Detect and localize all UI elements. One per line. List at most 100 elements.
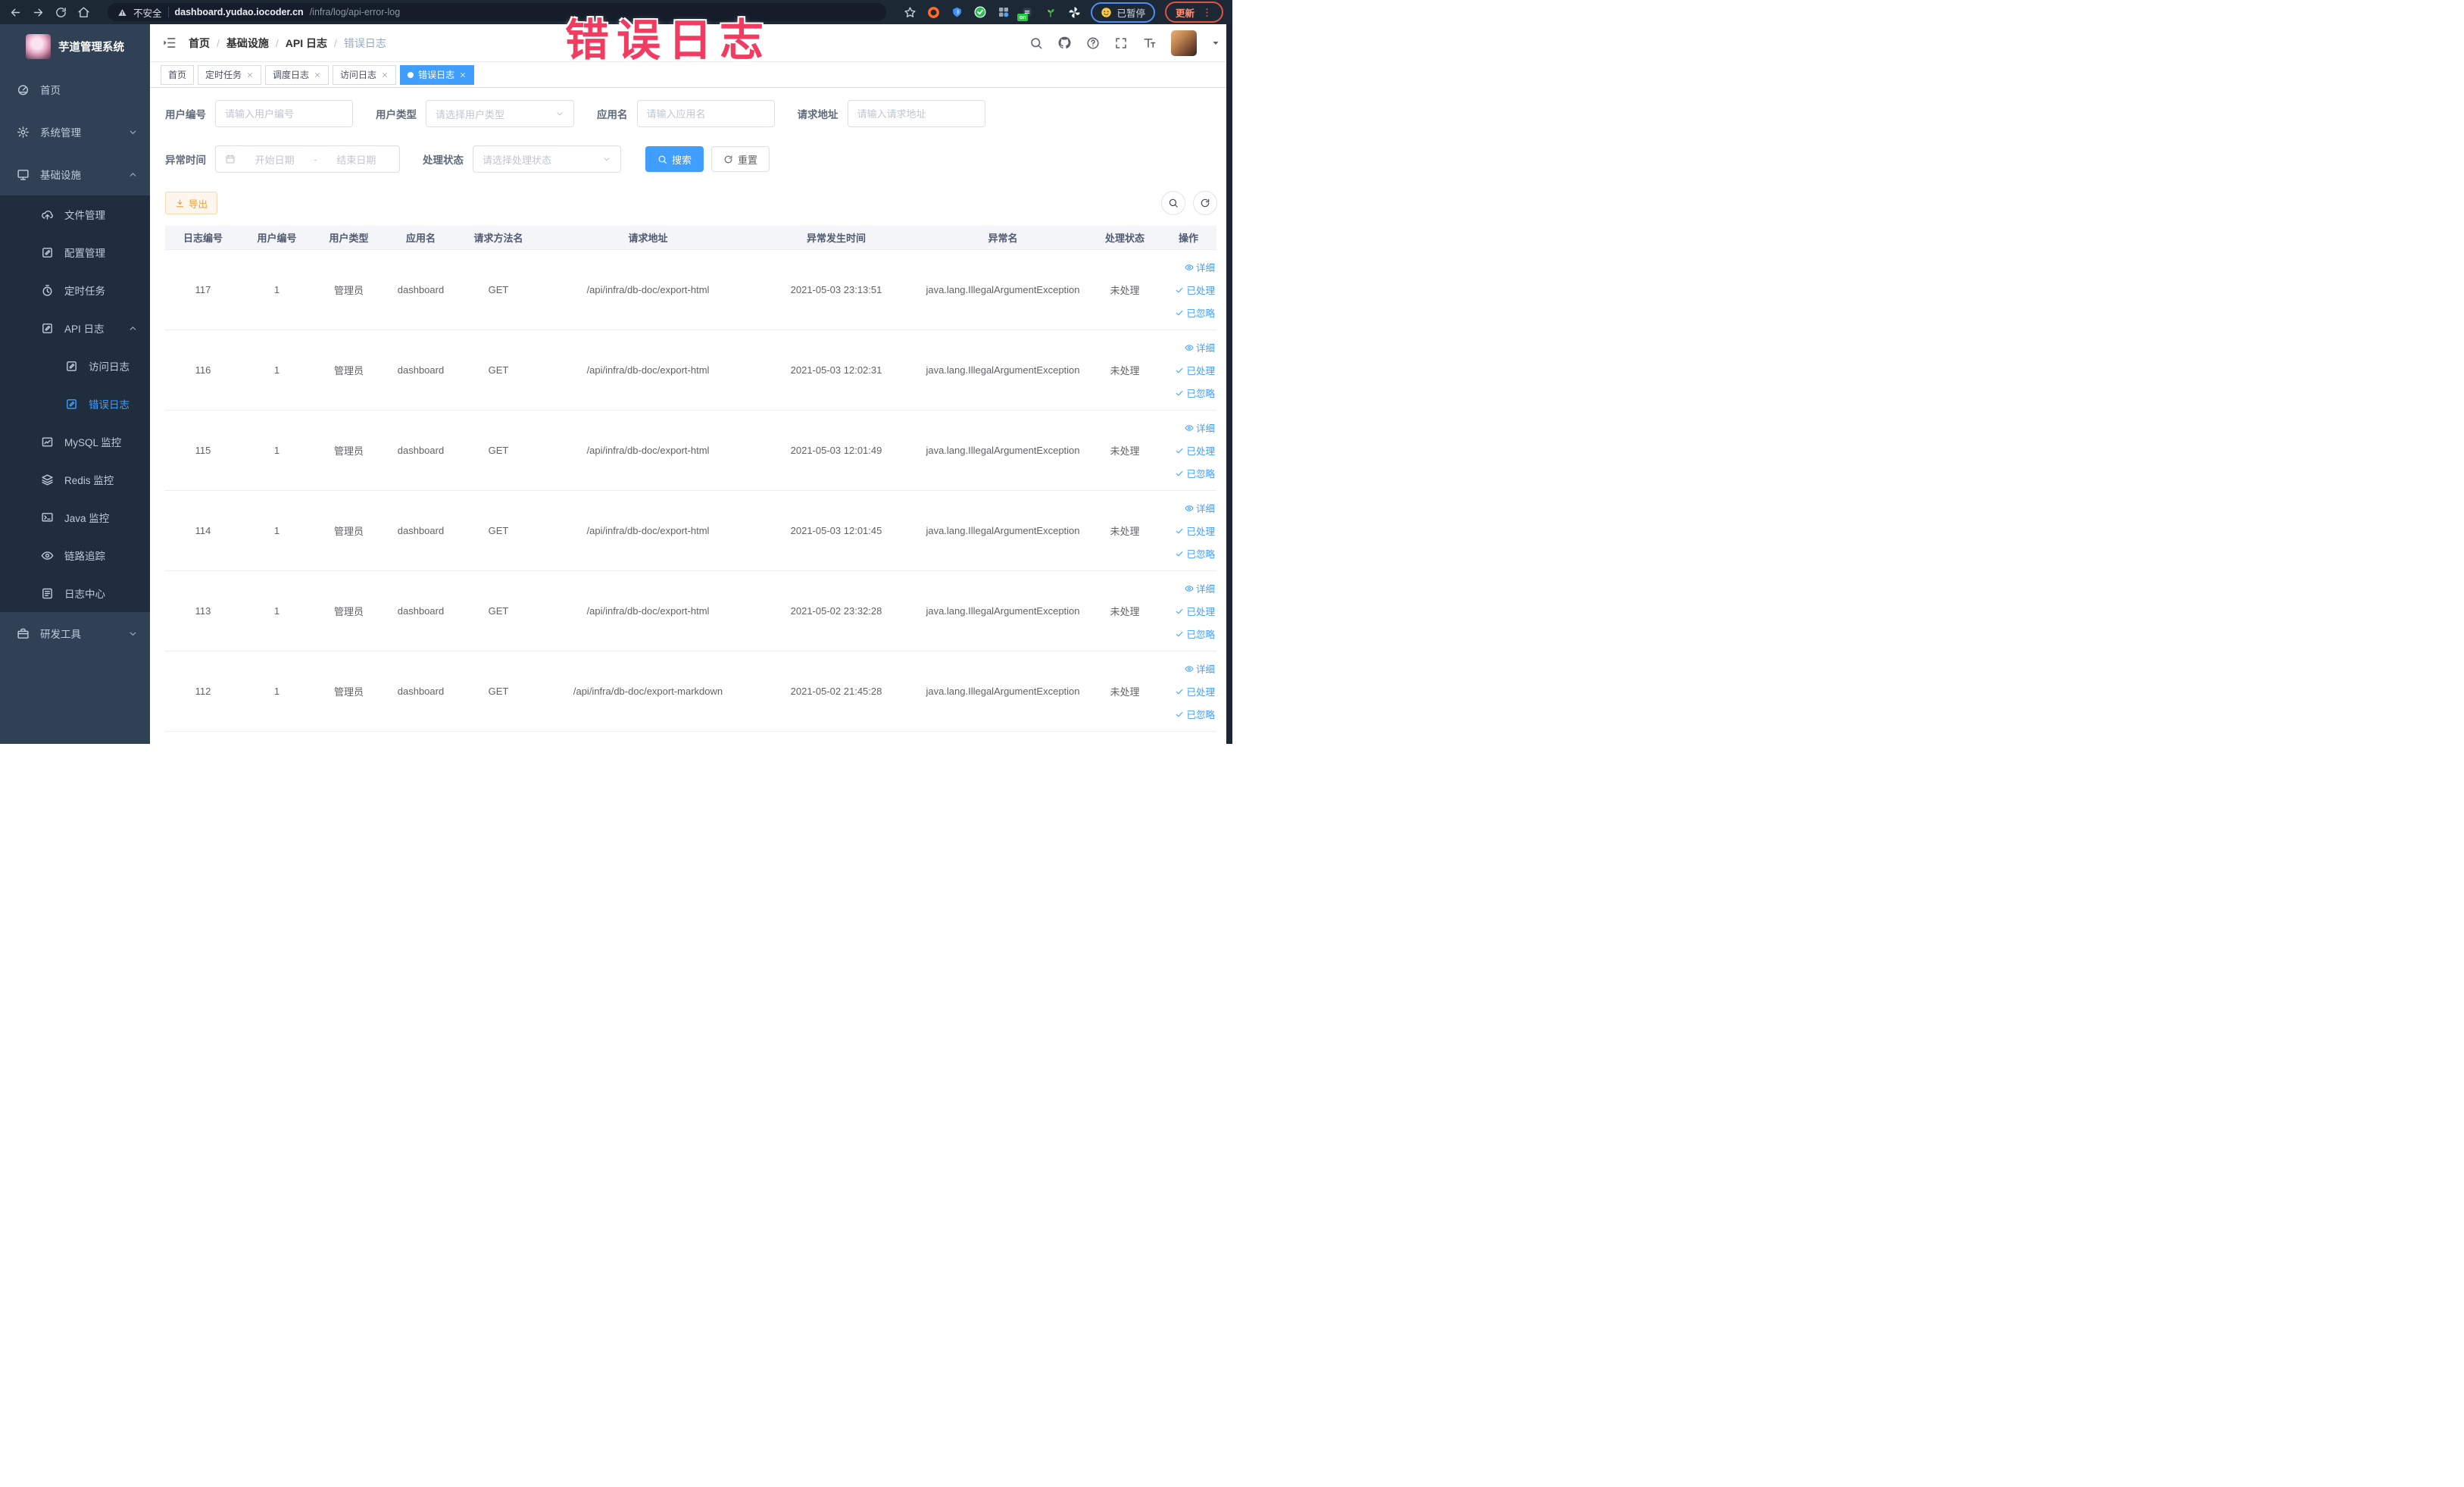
sidebar-item-研发工具[interactable]: 研发工具 [0,612,150,654]
user-avatar[interactable] [1171,30,1197,56]
breadcrumb-item[interactable]: API 日志 [286,36,327,51]
github-icon[interactable] [1057,36,1072,50]
export-button[interactable]: 导出 [165,192,218,214]
extension-on-badge: on [1017,14,1029,21]
refresh-button[interactable] [1193,191,1217,215]
cell-method: GET [488,686,509,697]
action-link-已忽略[interactable]: 已忽略 [1175,707,1215,721]
sidebar-menu: 首页系统管理基础设施文件管理 配置管理 定时任务 API 日志 访问日志 错误日志 MySQ… [0,68,150,654]
sidebar-item-日志中心[interactable]: 日志中心 [0,574,150,612]
hamburger-icon[interactable] [162,36,176,50]
action-link-已处理[interactable]: 已处理 [1175,604,1215,618]
sidebar-item-系统管理[interactable]: 系统管理 [0,111,150,153]
text-input[interactable] [225,108,343,120]
text-input[interactable] [646,108,765,120]
help-icon[interactable] [1086,36,1100,50]
text-input[interactable] [857,108,976,120]
cell-exception: java.lang.IllegalArgumentException [926,284,1080,295]
action-link-已忽略[interactable]: 已忽略 [1175,626,1215,641]
filter-input[interactable] [215,100,353,127]
action-link-已处理[interactable]: 已处理 [1175,283,1215,297]
breadcrumb: 首页 / 基础设施 / API 日志 / 错误日志 [189,36,386,51]
hide-search-button[interactable] [1161,191,1185,215]
tab-close-icon[interactable] [459,71,467,79]
filter-row-1: 用户编号 用户类型 请选择用户类型 应用名 请求地址 [165,100,1217,127]
tab-close-icon[interactable] [246,71,254,79]
action-link-已处理[interactable]: 已处理 [1175,363,1215,377]
tab-调度日志[interactable]: 调度日志 [265,64,329,85]
sidebar-item-错误日志[interactable]: 错误日志 [0,385,150,423]
fullscreen-icon[interactable] [1114,36,1128,50]
sidebar-item-label: 基础设施 [40,170,81,181]
action-link-已处理[interactable]: 已处理 [1175,443,1215,458]
sidebar-item-Redis 监控[interactable]: Redis 监控 [0,461,150,498]
check-icon [1176,390,1183,395]
sidebar-item-Java 监控[interactable]: Java 监控 [0,498,150,536]
eye-icon [1185,344,1194,351]
bookmark-star-icon[interactable] [904,6,917,19]
tab-定时任务[interactable]: 定时任务 [198,64,262,85]
page-scrollbar[interactable] [1226,24,1232,744]
cell-actions: 详细已处理已忽略 [1160,581,1216,641]
action-link-已忽略[interactable]: 已忽略 [1175,546,1215,561]
extension-pinwheel-icon[interactable] [1067,5,1081,19]
paused-extension-button[interactable]: 已暂停 [1091,2,1155,23]
sidebar-item-访问日志[interactable]: 访问日志 [0,347,150,385]
search-button[interactable]: 搜索 [645,146,704,172]
extension-green-check-icon[interactable] [973,5,987,19]
action-link-已忽略[interactable]: 已忽略 [1175,386,1215,400]
sidebar-item-配置管理[interactable]: 配置管理 [0,233,150,271]
sidebar-item-定时任务[interactable]: 定时任务 [0,271,150,309]
extension-orange-icon[interactable] [926,5,940,19]
action-label: 已忽略 [1186,629,1215,640]
caret-down-icon[interactable] [1211,39,1220,48]
tab-close-icon[interactable] [381,71,389,79]
action-link-已处理[interactable]: 已处理 [1175,523,1215,538]
sidebar-item-label: 系统管理 [40,127,81,139]
tab-首页[interactable]: 首页 [161,64,195,85]
smiley-icon [1101,7,1112,17]
cell-time: 2021-05-03 12:01:49 [790,445,882,456]
sidebar-item-首页[interactable]: 首页 [0,68,150,111]
action-link-详细[interactable]: 详细 [1185,420,1215,435]
filter-select[interactable]: 请选择处理状态 [473,145,621,173]
sidebar-item-文件管理[interactable]: 文件管理 [0,195,150,233]
action-link-已忽略[interactable]: 已忽略 [1175,305,1215,320]
browser-update-button[interactable]: 更新 [1164,2,1223,23]
back-icon[interactable] [9,6,22,19]
breadcrumb-item: 错误日志 [343,36,386,49]
home-icon[interactable] [77,6,90,19]
extension-grid-icon[interactable] [997,5,1010,19]
sidebar-item-链路追踪[interactable]: 链路追踪 [0,536,150,574]
action-link-详细[interactable]: 详细 [1185,501,1215,515]
breadcrumb-item[interactable]: 首页 [189,36,210,51]
date-range-picker[interactable]: 开始日期 - 结束日期 [215,145,400,173]
action-link-已忽略[interactable]: 已忽略 [1175,466,1215,480]
search-icon[interactable] [1029,36,1043,50]
tab-错误日志[interactable]: 错误日志 [400,64,475,85]
action-link-已处理[interactable]: 已处理 [1175,684,1215,698]
tab-close-icon[interactable] [314,71,321,79]
filter-input[interactable] [847,100,985,127]
font-size-icon[interactable] [1142,36,1157,50]
breadcrumb-item[interactable]: 基础设施 [226,36,269,51]
tab-访问日志[interactable]: 访问日志 [333,64,397,85]
extension-switch-icon[interactable]: on [1017,5,1034,21]
action-link-详细[interactable]: 详细 [1185,260,1215,274]
sidebar-item-基础设施[interactable]: 基础设施 [0,153,150,195]
action-link-详细[interactable]: 详细 [1185,340,1215,355]
action-link-详细[interactable]: 详细 [1185,661,1215,676]
sidebar-item-MySQL 监控[interactable]: MySQL 监控 [0,423,150,461]
kebab-menu-icon[interactable] [1201,7,1213,18]
sidebar-item-API 日志[interactable]: API 日志 [0,309,150,347]
cell-exception: java.lang.IllegalArgumentException [926,445,1080,456]
reset-button[interactable]: 重置 [711,146,770,172]
reload-icon[interactable] [55,6,67,19]
filter-select[interactable]: 请选择用户类型 [426,100,574,127]
sidebar-logo[interactable]: 芋道管理系统 [0,24,150,68]
forward-icon[interactable] [32,6,45,19]
filter-input[interactable] [636,100,775,127]
action-link-详细[interactable]: 详细 [1185,581,1215,595]
extension-sprout-icon[interactable] [1044,5,1057,19]
extension-shield-icon[interactable] [950,5,963,19]
